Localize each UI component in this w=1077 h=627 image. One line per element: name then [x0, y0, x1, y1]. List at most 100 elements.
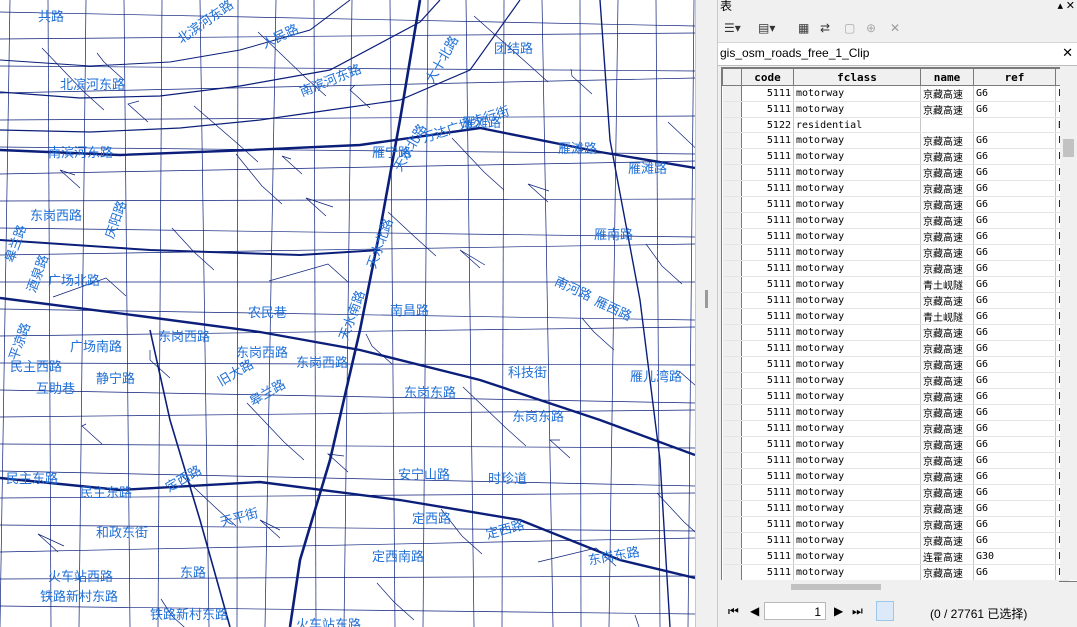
cell-fclass[interactable]: motorway — [793, 228, 921, 245]
cell-name[interactable]: 京藏高速 — [920, 212, 974, 229]
cell-fclass[interactable]: motorway — [793, 532, 921, 549]
horizontal-scroll-thumb[interactable] — [791, 584, 881, 590]
cell-ref[interactable]: G6 — [973, 132, 1056, 149]
cell-name[interactable]: 京藏高速 — [920, 532, 974, 549]
attribute-grid[interactable]: code fclass name ref 5111motorway京藏高速G6F… — [721, 67, 1077, 582]
cell-code[interactable]: 5111 — [741, 101, 794, 118]
cell-code[interactable]: 5111 — [741, 468, 794, 485]
cell-code[interactable]: 5111 — [741, 276, 794, 293]
row-selector[interactable] — [722, 132, 742, 149]
cell-name[interactable]: 京藏高速 — [920, 436, 974, 453]
column-header-fclass[interactable]: fclass — [793, 68, 921, 86]
table-row[interactable]: 5111motorway京藏高速G6F — [722, 564, 1069, 581]
cell-code[interactable]: 5111 — [741, 516, 794, 533]
cell-name[interactable]: 京藏高速 — [920, 468, 974, 485]
table-tab[interactable]: gis_osm_roads_free_1_Clip — [720, 46, 869, 60]
cell-fclass[interactable]: motorway — [793, 388, 921, 405]
cell-fclass[interactable]: motorway — [793, 85, 921, 102]
vertical-scrollbar[interactable] — [1060, 67, 1077, 580]
table-row[interactable]: 5111motorway京藏高速G6F — [722, 516, 1069, 533]
cell-code[interactable]: 5111 — [741, 564, 794, 581]
cell-code[interactable]: 5111 — [741, 132, 794, 149]
cell-code[interactable]: 5111 — [741, 196, 794, 213]
cell-name[interactable]: 京藏高速 — [920, 132, 974, 149]
cell-fclass[interactable]: motorway — [793, 180, 921, 197]
cell-code[interactable]: 5111 — [741, 308, 794, 325]
row-selector[interactable] — [722, 436, 742, 453]
tab-close-icon[interactable]: ✕ — [1062, 45, 1073, 61]
cell-code[interactable]: 5111 — [741, 500, 794, 517]
related-tables-icon[interactable]: ▤▾ — [758, 20, 775, 36]
horizontal-scrollbar[interactable] — [721, 580, 1059, 594]
first-record-icon[interactable]: ⏮ — [728, 604, 739, 619]
cell-ref[interactable]: G6 — [973, 500, 1056, 517]
previous-record-icon[interactable]: ◀ — [750, 604, 759, 618]
cell-fclass[interactable]: motorway — [793, 340, 921, 357]
row-selector[interactable] — [722, 340, 742, 357]
table-row[interactable]: 5111motorway京藏高速G6F — [722, 180, 1069, 197]
table-row[interactable]: 5111motorway京藏高速G6F — [722, 228, 1069, 245]
zoom-to-selected-icon[interactable]: ⊕ — [866, 20, 876, 36]
row-selector[interactable] — [722, 196, 742, 213]
row-selector[interactable] — [722, 117, 742, 133]
cell-ref[interactable]: G6 — [973, 85, 1056, 102]
vertical-scroll-thumb[interactable] — [1063, 139, 1074, 157]
cell-fclass[interactable]: motorway — [793, 356, 921, 373]
cell-ref[interactable]: G6 — [973, 564, 1056, 581]
splitter-grip[interactable] — [705, 290, 708, 308]
table-row[interactable]: 5111motorway京藏高速G6F — [722, 388, 1069, 405]
table-row[interactable]: 5111motorway京藏高速G6F — [722, 212, 1069, 229]
close-icon[interactable]: ✕ — [1066, 0, 1075, 12]
cell-fclass[interactable]: motorway — [793, 132, 921, 149]
row-selector[interactable] — [722, 484, 742, 501]
table-row[interactable]: 5111motorway京藏高速G6F — [722, 532, 1069, 549]
row-selector[interactable] — [722, 85, 742, 102]
row-selector-header[interactable] — [722, 68, 742, 86]
cell-code[interactable]: 5111 — [741, 404, 794, 421]
table-row[interactable]: 5122residentialB — [722, 117, 1069, 133]
cell-code[interactable]: 5111 — [741, 244, 794, 261]
table-row[interactable]: 5111motorway青土岘隧G6F — [722, 308, 1069, 325]
cell-name[interactable] — [920, 117, 974, 133]
cell-code[interactable]: 5111 — [741, 452, 794, 469]
cell-name[interactable]: 京藏高速 — [920, 164, 974, 181]
cell-fclass[interactable]: motorway — [793, 372, 921, 389]
cell-fclass[interactable]: motorway — [793, 196, 921, 213]
cell-name[interactable]: 京藏高速 — [920, 564, 974, 581]
cell-ref[interactable]: G6 — [973, 101, 1056, 118]
cell-name[interactable]: 京藏高速 — [920, 260, 974, 277]
cell-code[interactable]: 5111 — [741, 260, 794, 277]
row-selector[interactable] — [722, 292, 742, 309]
table-row[interactable]: 5111motorway京藏高速G6F — [722, 372, 1069, 389]
show-all-records-icon[interactable] — [876, 601, 894, 621]
cell-name[interactable]: 京藏高速 — [920, 196, 974, 213]
cell-ref[interactable]: G6 — [973, 212, 1056, 229]
cell-ref[interactable]: G6 — [973, 196, 1056, 213]
cell-ref[interactable]: G6 — [973, 228, 1056, 245]
row-selector[interactable] — [722, 404, 742, 421]
cell-ref[interactable]: G6 — [973, 356, 1056, 373]
cell-fclass[interactable]: motorway — [793, 244, 921, 261]
table-row[interactable]: 5111motorway京藏高速G6F — [722, 148, 1069, 165]
cell-fclass[interactable]: motorway — [793, 436, 921, 453]
cell-code[interactable]: 5122 — [741, 117, 794, 133]
cell-ref[interactable]: G6 — [973, 148, 1056, 165]
column-header-name[interactable]: name — [920, 68, 974, 86]
cell-fclass[interactable]: motorway — [793, 164, 921, 181]
cell-ref[interactable]: G6 — [973, 340, 1056, 357]
cell-code[interactable]: 5111 — [741, 484, 794, 501]
cell-code[interactable]: 5111 — [741, 372, 794, 389]
cell-ref[interactable]: G6 — [973, 468, 1056, 485]
row-selector[interactable] — [722, 324, 742, 341]
cell-name[interactable]: 京藏高速 — [920, 244, 974, 261]
cell-name[interactable]: 京藏高速 — [920, 484, 974, 501]
cell-name[interactable]: 京藏高速 — [920, 101, 974, 118]
cell-ref[interactable]: G6 — [973, 180, 1056, 197]
table-row[interactable]: 5111motorway京藏高速G6F — [722, 196, 1069, 213]
cell-code[interactable]: 5111 — [741, 180, 794, 197]
map-view[interactable]: 共路 北滨河东路 人民路 北滨河东路 南滨河东路 团结路 大十北路 雁滩路 万达广场步行街 雁滩路… — [0, 0, 695, 627]
cell-fclass[interactable]: motorway — [793, 276, 921, 293]
table-row[interactable]: 5111motorway京藏高速G6F — [722, 340, 1069, 357]
cell-ref[interactable]: G6 — [973, 244, 1056, 261]
row-selector[interactable] — [722, 260, 742, 277]
